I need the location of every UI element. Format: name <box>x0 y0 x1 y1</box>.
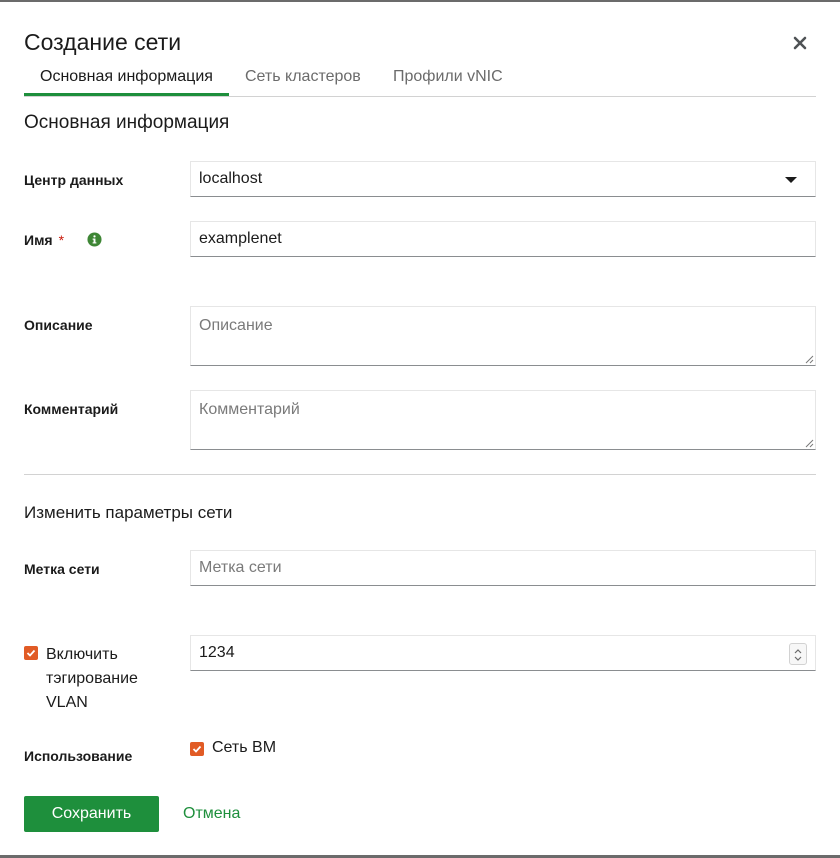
network-label-input[interactable]: Метка сети <box>190 550 816 586</box>
close-icon <box>793 36 807 50</box>
comment-label: Комментарий <box>24 401 119 417</box>
vlan-checkbox[interactable] <box>24 646 38 660</box>
close-button[interactable] <box>790 33 810 53</box>
dialog-title: Создание сети <box>24 29 182 55</box>
description-placeholder: Описание <box>199 317 273 334</box>
section-network-params-title: Изменить параметры сети <box>24 503 233 522</box>
comment-textarea[interactable]: Комментарий <box>190 390 816 450</box>
description-label: Описание <box>24 317 93 333</box>
name-label-text: Имя <box>24 232 53 248</box>
vlan-checkbox-label[interactable]: Включить тэгирование VLAN <box>46 643 166 715</box>
tab-vnic-profiles[interactable]: Профили vNIC <box>393 60 503 95</box>
tab-cluster[interactable]: Сеть кластеров <box>245 60 361 95</box>
spinner-icon[interactable] <box>789 643 807 665</box>
datacenter-select[interactable]: localhost <box>190 161 816 197</box>
comment-placeholder: Комментарий <box>199 401 300 418</box>
vm-network-checkbox[interactable] <box>190 742 204 756</box>
tab-bar: Основная информация Сеть кластеров Профи… <box>24 60 816 97</box>
scroll-clip-edge <box>190 768 390 774</box>
network-label-placeholder: Метка сети <box>199 559 282 576</box>
required-marker: * <box>58 232 65 248</box>
spinner-arrows-icon <box>794 649 802 661</box>
active-tab-indicator <box>24 93 229 96</box>
datacenter-value: localhost <box>199 170 263 187</box>
usage-label: Использование <box>24 748 133 764</box>
caret-down-icon <box>785 177 797 183</box>
checkmark-icon <box>26 649 36 657</box>
info-icon[interactable] <box>87 232 102 247</box>
name-label: Имя * <box>24 232 64 248</box>
resize-handle-icon[interactable] <box>804 354 814 364</box>
datacenter-label: Центр данных <box>24 172 124 188</box>
window-top-border <box>0 0 840 2</box>
cancel-button[interactable]: Отмена <box>183 796 240 832</box>
tab-general[interactable]: Основная информация <box>40 60 213 95</box>
checkmark-icon <box>192 745 202 753</box>
resize-handle-icon[interactable] <box>804 438 814 448</box>
save-button[interactable]: Сохранить <box>24 796 159 832</box>
description-textarea[interactable]: Описание <box>190 306 816 366</box>
section-general-title: Основная информация <box>24 112 230 133</box>
name-input[interactable]: examplenet <box>190 221 816 257</box>
vlan-id-value: 1234 <box>199 644 235 661</box>
section-divider <box>24 474 816 475</box>
network-label-label: Метка сети <box>24 561 100 577</box>
vlan-id-input[interactable]: 1234 <box>190 635 816 671</box>
vm-network-label[interactable]: Сеть ВМ <box>212 739 276 757</box>
